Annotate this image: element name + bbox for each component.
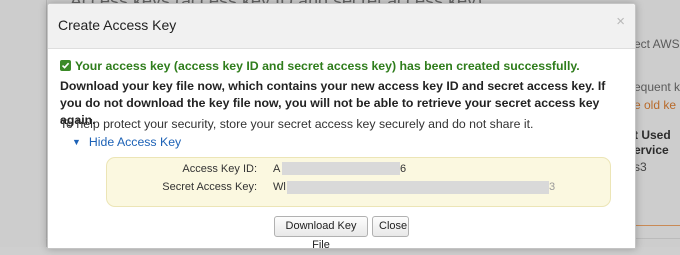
access-key-id-label: Access Key ID: xyxy=(182,163,257,175)
access-key-id-suffix: 6 xyxy=(400,163,407,175)
close-button[interactable]: Close xyxy=(372,216,409,237)
hide-access-key-label: Hide Access Key xyxy=(88,135,182,149)
create-access-key-dialog: Create Access Key × Your access key (acc… xyxy=(47,3,636,251)
secret-key-redaction xyxy=(287,181,549,194)
secret-key-label: Secret Access Key: xyxy=(162,181,257,193)
access-key-id-prefix: A xyxy=(273,163,281,175)
background-fragment: t Used xyxy=(634,128,671,142)
secret-key-suffix: 3 xyxy=(549,181,556,193)
security-note: To help protect your security, store you… xyxy=(60,117,534,131)
secret-key-prefix: Wl xyxy=(273,181,286,193)
triangle-down-icon: ▼ xyxy=(72,137,81,147)
dialog-header: Create Access Key × xyxy=(48,4,635,49)
download-key-file-button[interactable]: Download Key File xyxy=(274,216,368,251)
access-key-panel: Access Key ID: A 6 Secret Access Key: Wl… xyxy=(106,157,611,207)
hide-access-key-toggle[interactable]: ▼ Hide Access Key xyxy=(72,135,181,149)
dialog-title: Create Access Key xyxy=(58,17,177,33)
check-icon xyxy=(60,60,71,71)
success-text: Your access key (access key ID and secre… xyxy=(75,59,580,73)
background-fragment: equent k xyxy=(634,80,680,94)
background-fragment: ervice xyxy=(634,143,669,157)
background-divider xyxy=(636,225,680,226)
access-key-id-redaction xyxy=(282,162,400,175)
background-fragment: e old ke xyxy=(634,98,677,112)
close-icon[interactable]: × xyxy=(616,14,625,29)
background-fragment: ect AWS xyxy=(634,37,680,51)
success-message: Your access key (access key ID and secre… xyxy=(60,59,580,73)
